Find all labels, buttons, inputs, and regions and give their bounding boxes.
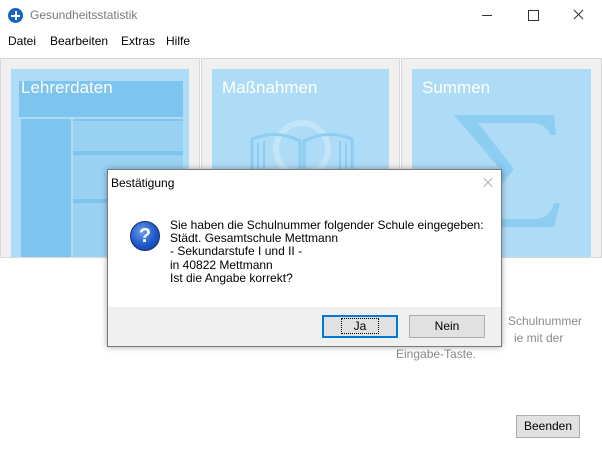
dialog-title: Bestätigung: [111, 176, 175, 190]
dialog-body: ? Sie haben die Schulnummer folgender Sc…: [108, 195, 501, 307]
close-button[interactable]: [556, 0, 602, 30]
question-icon: ?: [130, 221, 160, 251]
tile-summen-label: Summen: [422, 78, 491, 97]
title-bar: Gesundheitsstatistik: [0, 0, 602, 30]
confirmation-dialog: Bestätigung ? Sie haben die Schulnummer …: [107, 169, 502, 347]
dialog-close-icon[interactable]: [482, 176, 494, 188]
tile-lehrerdaten-label: Lehrerdaten: [21, 78, 113, 97]
hint-line-3: Eingabe-Taste.: [396, 347, 477, 361]
menu-datei[interactable]: Datei: [8, 34, 36, 48]
hint-line-2: ie mit der: [514, 331, 564, 345]
menu-bar: Datei Bearbeiten Extras Hilfe: [0, 31, 602, 51]
beenden-button[interactable]: Beenden: [516, 415, 580, 438]
main-window: Gesundheitsstatistik Datei Bearbeiten Ex…: [0, 0, 602, 460]
minimize-button[interactable]: [464, 0, 510, 30]
dialog-footer: Ja Nein: [108, 307, 501, 346]
tile-massnahmen-label: Maßnahmen: [222, 78, 318, 97]
dialog-message: Sie haben die Schulnummer folgender Schu…: [170, 218, 484, 285]
no-button[interactable]: Nein: [409, 315, 485, 338]
maximize-button[interactable]: [510, 0, 556, 30]
app-plus-icon: [8, 8, 23, 23]
menu-extras[interactable]: Extras: [121, 34, 155, 48]
window-title: Gesundheitsstatistik: [30, 8, 138, 22]
hint-line-1: Schulnummer: [508, 314, 583, 328]
yes-button-label: Ja: [340, 318, 380, 334]
menu-hilfe[interactable]: Hilfe: [166, 34, 190, 48]
menu-bearbeiten[interactable]: Bearbeiten: [50, 34, 108, 48]
yes-button[interactable]: Ja: [322, 315, 398, 338]
